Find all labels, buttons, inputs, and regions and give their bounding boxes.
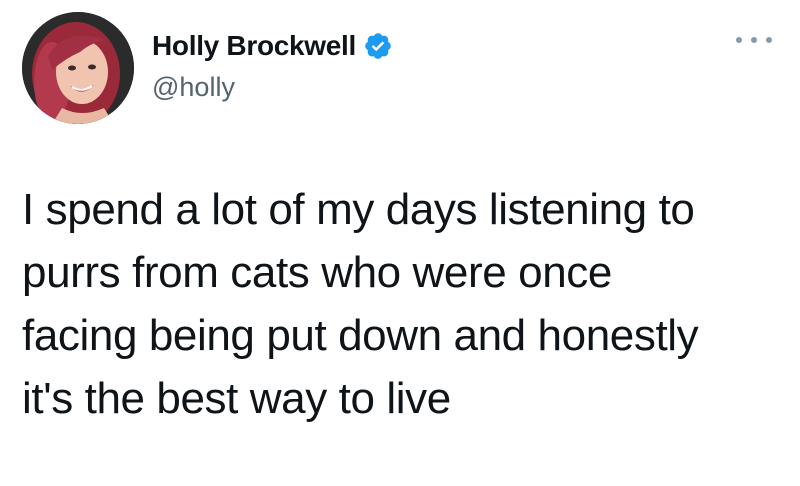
avatar-image [22,12,134,124]
tweet-text-line: I spend a lot of my days listening to [22,185,695,234]
tweet-text-line: facing being put down and honestly [22,311,699,360]
avatar[interactable] [22,12,134,124]
verified-badge-icon [363,31,393,61]
author-handle[interactable]: @holly [152,72,235,103]
more-dot [736,37,742,43]
tweet-text: I spend a lot of my days listening to pu… [22,178,782,430]
author-display-name[interactable]: Holly Brockwell [152,30,356,62]
more-dot [766,37,772,43]
tweet-card: Holly Brockwell @holly I spend a lot of … [0,0,800,486]
author-name-row: Holly Brockwell [152,30,393,62]
more-options-icon[interactable] [736,32,772,48]
tweet-text-line: purrs from cats who were once [22,248,612,297]
tweet-text-line: it's the best way to live [22,374,451,423]
more-dot [751,37,757,43]
